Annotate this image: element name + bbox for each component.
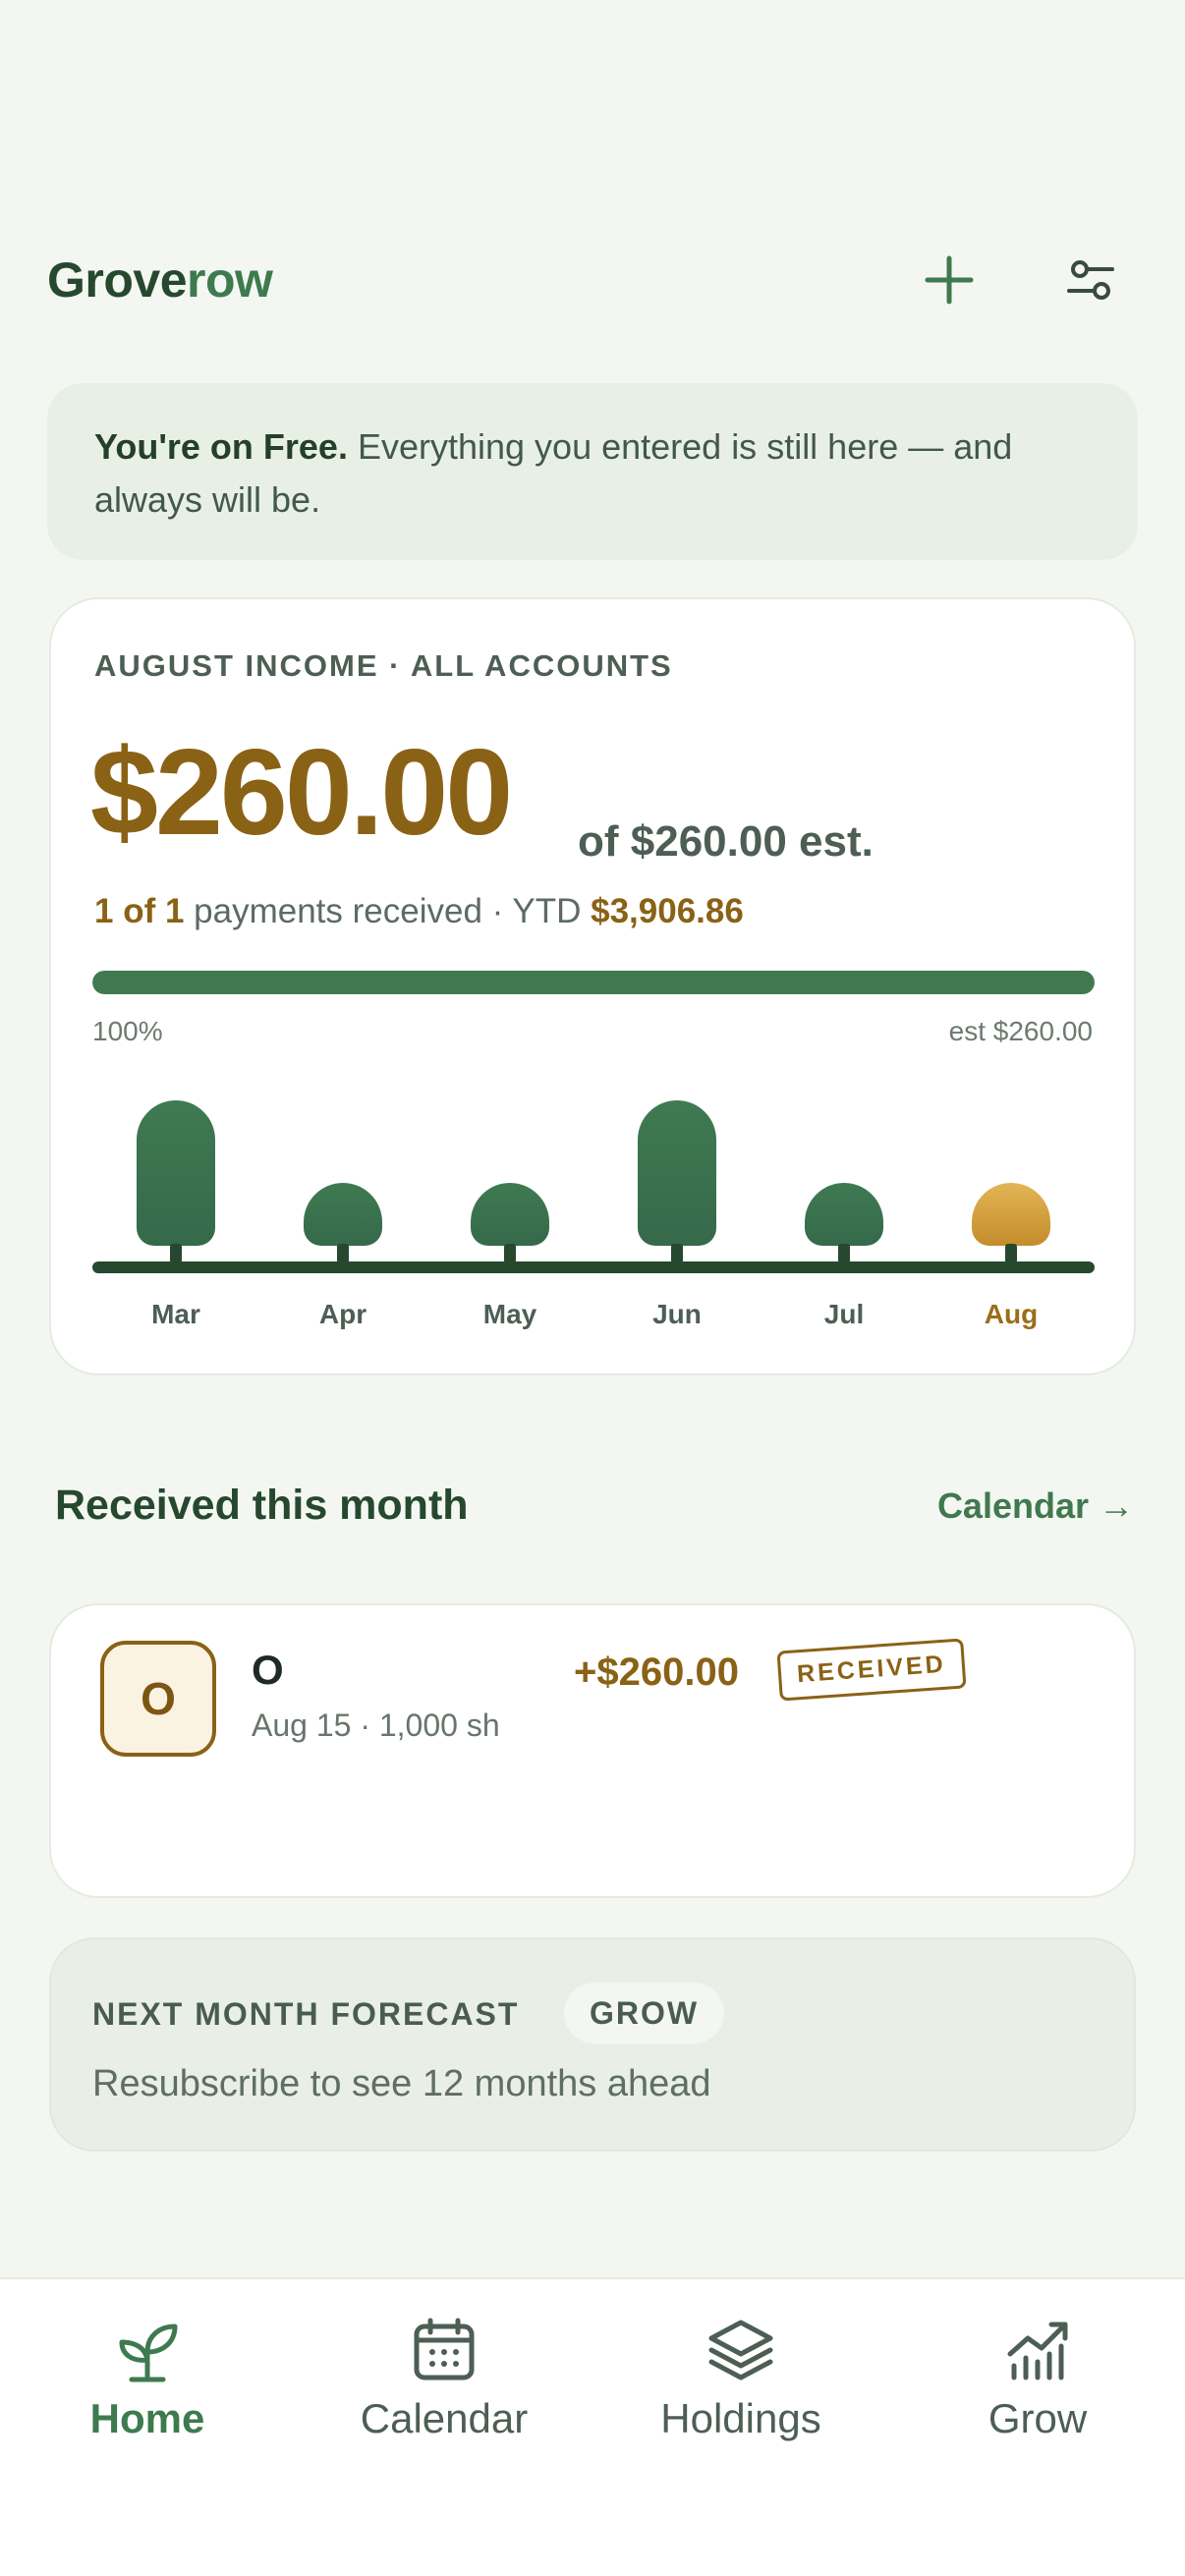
chart-stem-jul [838,1244,850,1263]
chart-stem-apr [337,1244,349,1263]
received-stamp: RECEIVED [776,1638,967,1702]
nav-item-holdings[interactable]: Holdings [593,2315,888,2442]
nav-item-grow[interactable]: Grow [890,2315,1185,2442]
payments-summary: 1 of 1 payments received · YTD $3,906.86 [94,892,744,931]
payments-text: payments received · YTD [184,892,592,930]
chart-bar-jun [638,1100,716,1246]
free-plan-banner: You're on Free. Everything you entered i… [47,383,1138,560]
nav-item-calendar[interactable]: Calendar [297,2315,592,2442]
app-header: Groverow [47,236,1138,324]
payment-card[interactable]: O O Aug 15 · 1,000 sh +$260.00 RECEIVED [49,1603,1136,1898]
income-amount: $260.00 [90,725,513,861]
add-button[interactable] [902,233,996,327]
logo-part-2: row [187,252,273,308]
nav-item-home[interactable]: Home [0,2315,295,2442]
chart-stem-mar [170,1244,182,1263]
chart-baseline [92,1261,1095,1273]
chart-label-jun: Jun [652,1299,702,1329]
income-progress-bar [92,971,1095,994]
sliders-icon [1067,260,1114,300]
filter-button[interactable] [1044,233,1138,327]
forecast-title: NEXT MONTH FORECAST [92,1996,520,2032]
payment-amount: +$260.00 [574,1651,739,1694]
bottom-nav: Home Calendar Holdings Grow [0,2277,1185,2576]
chart-up-icon [1007,2322,1068,2380]
received-section-title: Received this month [55,1482,469,1529]
chart-bar-jul [805,1183,883,1246]
monthly-income-chart: Mar Apr May Jun Jul Aug [92,1081,1095,1336]
sprout-icon [119,2324,178,2382]
chart-label-apr: Apr [318,1299,367,1329]
nav-label-calendar: Calendar [360,2395,529,2441]
chart-bar-aug [972,1183,1050,1246]
chart-bar-may [471,1183,549,1246]
progress-fill [92,971,1095,994]
header-actions [902,233,1138,327]
nav-label-holdings: Holdings [660,2395,821,2441]
forecast-card[interactable]: NEXT MONTH FORECAST GROW Resubscribe to … [49,1937,1136,2152]
calendar-icon [414,2318,475,2380]
chart-stem-aug [1005,1244,1017,1263]
nav-label-home: Home [89,2395,205,2441]
chart-bar-mar [137,1100,215,1246]
ytd-amount: $3,906.86 [591,892,744,930]
logo-part-1: Grove [47,252,188,308]
chart-label-jul: Jul [823,1299,865,1329]
income-eyebrow: AUGUST INCOME · ALL ACCOUNTS [94,648,673,683]
screen: Groverow You're on Free. Everything you … [0,0,1185,2576]
chart-label-aug: Aug [984,1299,1039,1329]
layers-icon [708,2320,773,2380]
payment-detail: Aug 15 · 1,000 sh [252,1708,500,1743]
grow-pill: GROW [564,1983,725,2044]
calendar-link[interactable]: Calendar → [937,1485,1134,1527]
nav-label-grow: Grow [988,2395,1088,2441]
income-estimate: of $260.00 est. [578,817,874,866]
chart-stem-may [504,1244,516,1263]
forecast-subtitle: Resubscribe to see 12 months ahead [92,2063,711,2104]
income-summary-card: AUGUST INCOME · ALL ACCOUNTS $260.00 of … [49,597,1136,1375]
ticker-name: O [252,1647,284,1693]
payments-count: 1 of 1 [94,892,185,930]
plus-icon [925,255,974,305]
chart-label-may: May [482,1299,537,1329]
ticker-badge: O [100,1641,216,1757]
app-logo: Groverow [47,252,273,308]
chart-label-mar: Mar [151,1299,200,1329]
progress-estimate-label: est $260.00 [948,1016,1093,1046]
progress-percent-label: 100% [92,1016,163,1046]
chart-bar-apr [304,1183,382,1246]
chart-stem-jun [671,1244,683,1263]
banner-bold-text: You're on Free. [94,426,348,467]
